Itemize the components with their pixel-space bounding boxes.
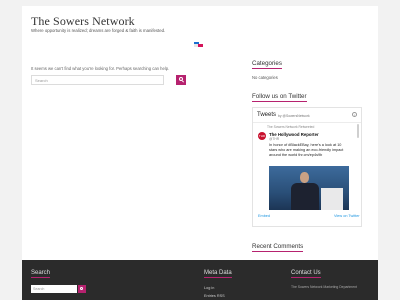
recent-comments-title: Recent Comments: [252, 243, 304, 252]
flag-icon: [194, 42, 203, 47]
site-title[interactable]: The Sowers Network: [31, 14, 135, 29]
embed-link[interactable]: Embed: [258, 214, 270, 218]
search-input[interactable]: Search: [31, 75, 164, 85]
footer-search-title: Search: [31, 270, 51, 278]
search-icon: [80, 286, 84, 290]
footer: Search Search Meta Data Log in Entries R…: [22, 260, 378, 300]
footer-search-placeholder: Search: [33, 286, 45, 291]
footer-search-button[interactable]: [78, 285, 86, 293]
site-tagline: Where opportunity is realized; dreams ar…: [31, 28, 166, 33]
footer-search-input[interactable]: Search: [31, 285, 77, 293]
info-icon[interactable]: i: [352, 112, 357, 117]
footer-contact-text: The Sowers Network Marketing Department: [291, 285, 357, 289]
tweet-author-handle[interactable]: @THR: [269, 137, 279, 141]
retweet-note: The Sowers Network Retweeted: [267, 125, 315, 129]
tweet-text: In honor of #BlackEBay, here's a look at…: [269, 143, 344, 157]
page-content: The Sowers Network Where opportunity is …: [22, 6, 378, 260]
search-button[interactable]: [176, 75, 186, 85]
footer-contact-title: Contact Us: [291, 270, 321, 278]
tweet-image[interactable]: [269, 166, 349, 210]
login-link[interactable]: Log in: [204, 286, 214, 290]
twitter-title: Follow us on Twitter: [252, 93, 307, 102]
timeline-scrollbar[interactable]: [357, 124, 359, 138]
entries-rss-link[interactable]: Entries RSS: [204, 294, 225, 298]
avatar[interactable]: THR: [258, 132, 266, 140]
twitter-timeline[interactable]: Tweets by @SowersNetwork i The Sowers Ne…: [252, 107, 362, 227]
footer-meta-title: Meta Data: [204, 270, 232, 278]
categories-empty: No categories: [252, 75, 278, 80]
tweets-by[interactable]: by @SowersNetwork: [278, 114, 310, 118]
not-found-message: It seems we can't find what you're looki…: [31, 66, 170, 71]
view-on-twitter-link[interactable]: View on Twitter: [334, 214, 360, 218]
categories-title: Categories: [252, 60, 282, 69]
search-placeholder: Search: [35, 78, 48, 83]
tweets-heading: Tweets: [257, 112, 277, 118]
